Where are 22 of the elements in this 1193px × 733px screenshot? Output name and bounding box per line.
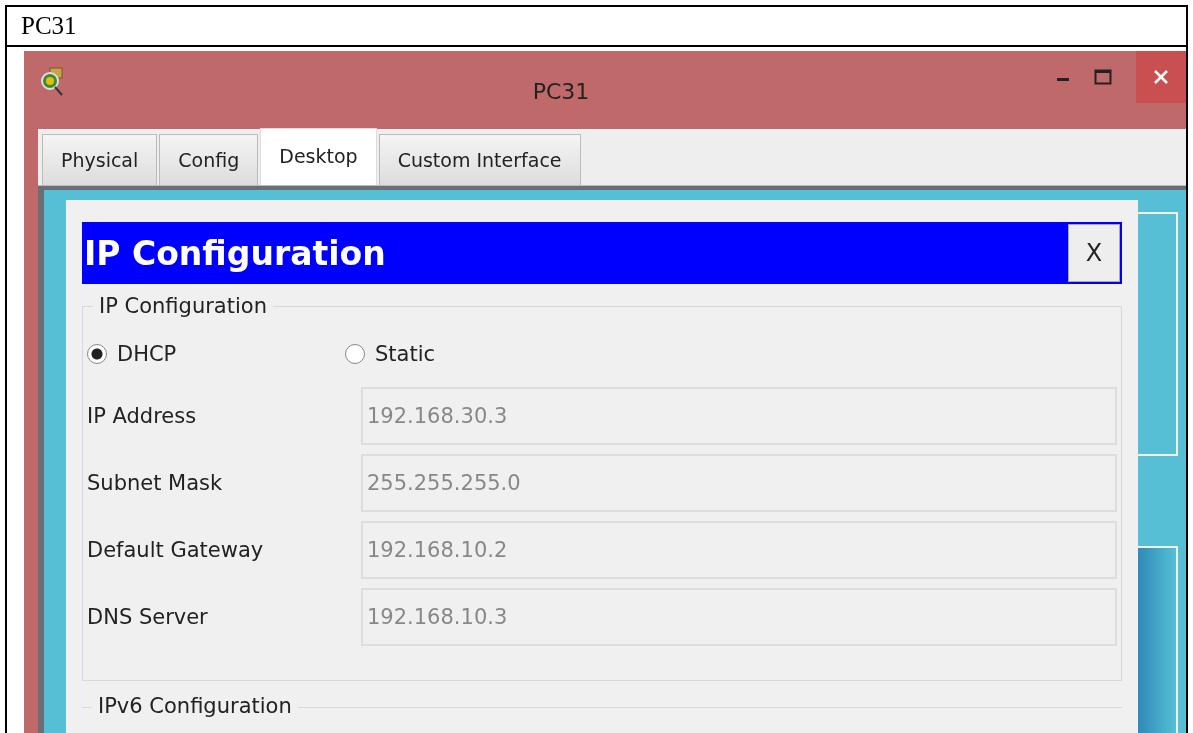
caption-text: PC31 — [7, 7, 1186, 47]
field-label: DNS Server — [87, 604, 209, 629]
field-label: Default Gateway — [87, 537, 265, 562]
close-button[interactable]: X — [1068, 224, 1120, 282]
magnifier-icon — [40, 67, 66, 97]
close-icon — [1154, 70, 1168, 84]
tab[interactable]: Desktop — [260, 128, 377, 185]
group-title: IPv6 Configuration — [92, 694, 298, 718]
tab[interactable]: Physical — [42, 134, 158, 185]
maximize-icon[interactable] — [1094, 69, 1112, 85]
group-title: IP Configuration — [98, 294, 268, 318]
dialog-title: IP Configuration — [84, 233, 387, 273]
tab[interactable]: Config — [159, 134, 259, 185]
radio-button[interactable] — [87, 344, 107, 364]
field-label: Subnet Mask — [87, 470, 224, 495]
window-title: PC31 — [531, 79, 591, 104]
tab[interactable]: Custom Interface — [378, 134, 581, 185]
radio-button[interactable] — [345, 344, 365, 364]
close-button[interactable] — [1136, 51, 1186, 103]
radio-label: DHCP — [117, 342, 177, 366]
radio-label: Static — [375, 342, 436, 366]
field-label: IP Address — [87, 403, 198, 428]
